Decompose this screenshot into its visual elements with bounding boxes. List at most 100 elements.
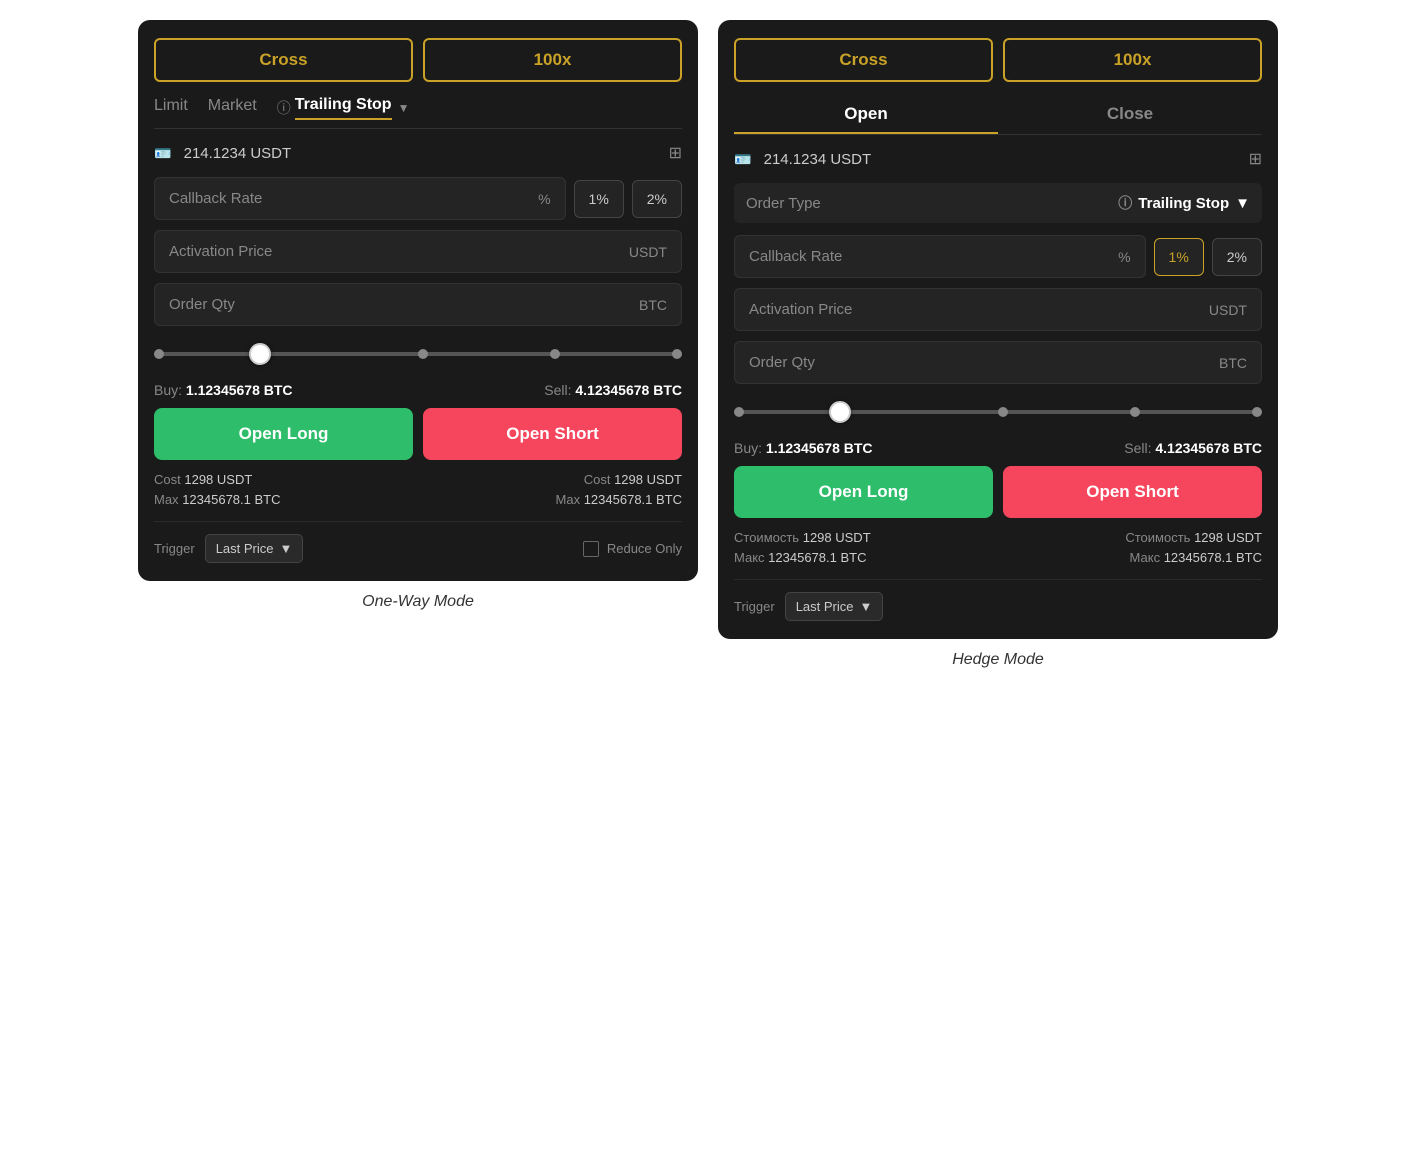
left-open-short-button[interactable]: Open Short: [423, 408, 682, 460]
left-open-long-button[interactable]: Open Long: [154, 408, 413, 460]
right-callback-row: Callback Rate % 1% 2%: [734, 235, 1262, 278]
right-callback-suffix: %: [1118, 249, 1130, 265]
left-bs-row: Buy: 1.12345678 BTC Sell: 4.12345678 BTC: [154, 382, 682, 398]
right-callback-input[interactable]: Callback Rate %: [734, 235, 1146, 278]
right-open-short-button[interactable]: Open Short: [1003, 466, 1262, 518]
right-cost-sell-label: Стоимость: [1125, 530, 1190, 545]
tab-open[interactable]: Open: [734, 96, 998, 134]
slider-dot-100: [672, 349, 682, 359]
left-cost-buy-value: 1298 USDT: [184, 472, 252, 487]
left-callback-btn-1[interactable]: 1%: [574, 180, 624, 218]
left-cost-buy-label: Cost: [154, 472, 181, 487]
tab-market[interactable]: Market: [208, 97, 257, 119]
right-activation-suffix: USDT: [1209, 302, 1247, 318]
right-order-type-label: Order Type: [746, 195, 821, 212]
right-max-buy: Макс 12345678.1 BTC: [734, 550, 866, 565]
left-buy-label: Buy:: [154, 382, 182, 398]
right-calculator-icon[interactable]: ⊞: [1249, 149, 1262, 169]
left-max-sell: Max 12345678.1 BTC: [556, 492, 682, 507]
left-reduce-only-checkbox[interactable]: [583, 541, 599, 557]
left-cost-row: Cost 1298 USDT Cost 1298 USDT: [154, 472, 682, 487]
tab-trailing-stop-group: ⓘ Trailing Stop ▼: [277, 96, 410, 120]
left-trigger-value: Last Price: [216, 541, 274, 556]
left-sell-label: Sell:: [544, 382, 571, 398]
left-balance-left: 🪪 214.1234 USDT: [154, 145, 291, 162]
right-panel-label: Hedge Mode: [952, 651, 1044, 669]
right-trigger-chevron-icon: ▼: [860, 599, 873, 614]
right-leverage-button[interactable]: 100x: [1003, 38, 1262, 82]
left-trigger-select[interactable]: Last Price ▼: [205, 534, 304, 563]
right-balance-left: 🪪 214.1234 USDT: [734, 151, 871, 168]
right-open-close-tabs: Open Close: [734, 96, 1262, 135]
right-slider-dot-75: [1130, 407, 1140, 417]
left-cost-sell-label: Cost: [584, 472, 611, 487]
right-sell-label: Sell:: [1124, 440, 1151, 456]
left-slider-track: [154, 352, 682, 356]
slider-dot-50: [418, 349, 428, 359]
right-max-buy-label: Макс: [734, 550, 765, 565]
slider-thumb[interactable]: [249, 343, 271, 365]
left-callback-row: Callback Rate % 1% 2%: [154, 177, 682, 220]
card-icon: 🪪: [154, 145, 171, 161]
slider-dot-75: [550, 349, 560, 359]
right-order-type-value-group[interactable]: ⓘ Trailing Stop ▼: [1118, 193, 1250, 213]
right-activation-price[interactable]: Activation Price USDT: [734, 288, 1262, 331]
tab-close[interactable]: Close: [998, 96, 1262, 134]
chevron-down-icon: ▼: [398, 101, 410, 115]
right-max-sell: Макс 12345678.1 BTC: [1130, 550, 1262, 565]
right-callback-btn-2[interactable]: 2%: [1212, 238, 1262, 276]
left-callback-btn-2[interactable]: 2%: [632, 180, 682, 218]
right-cross-button[interactable]: Cross: [734, 38, 993, 82]
right-slider-dot-100: [1252, 407, 1262, 417]
left-cross-button[interactable]: Cross: [154, 38, 413, 82]
right-balance-value: 214.1234 USDT: [764, 151, 872, 168]
right-callback-btn-1[interactable]: 1%: [1154, 238, 1204, 276]
right-slider[interactable]: [734, 398, 1262, 426]
calculator-icon[interactable]: ⊞: [669, 143, 682, 163]
right-max-row: Макс 12345678.1 BTC Макс 12345678.1 BTC: [734, 550, 1262, 565]
left-activation-suffix: USDT: [629, 244, 667, 260]
left-buy-info: Buy: 1.12345678 BTC: [154, 382, 293, 398]
right-panel: Cross 100x Open Close 🪪 214.1234 USDT ⊞ …: [718, 20, 1278, 639]
right-slider-track: [734, 410, 1262, 414]
left-panel-wrapper: Cross 100x Limit Market ⓘ Trailing Stop …: [138, 20, 698, 611]
right-trigger-select[interactable]: Last Price ▼: [785, 592, 884, 621]
left-slider[interactable]: [154, 340, 682, 368]
left-order-qty[interactable]: Order Qty BTC: [154, 283, 682, 326]
left-reduce-only-label: Reduce Only: [607, 541, 682, 556]
tab-limit[interactable]: Limit: [154, 97, 188, 119]
left-max-buy: Max 12345678.1 BTC: [154, 492, 280, 507]
left-cost-sell: Cost 1298 USDT: [584, 472, 682, 487]
left-sell-info: Sell: 4.12345678 BTC: [544, 382, 682, 398]
left-max-row: Max 12345678.1 BTC Max 12345678.1 BTC: [154, 492, 682, 507]
left-sell-value: 4.12345678 BTC: [575, 382, 682, 398]
left-cost-sell-value: 1298 USDT: [614, 472, 682, 487]
left-leverage-button[interactable]: 100x: [423, 38, 682, 82]
tab-trailing-stop[interactable]: Trailing Stop: [295, 96, 392, 120]
left-activation-price[interactable]: Activation Price USDT: [154, 230, 682, 273]
right-action-row: Open Long Open Short: [734, 466, 1262, 518]
right-cost-sell: Стоимость 1298 USDT: [1125, 530, 1262, 545]
left-callback-input[interactable]: Callback Rate %: [154, 177, 566, 220]
left-trigger-label: Trigger: [154, 541, 195, 556]
left-order-type-tabs: Limit Market ⓘ Trailing Stop ▼: [154, 96, 682, 129]
left-callback-placeholder: Callback Rate: [169, 190, 262, 207]
right-cost-row: Стоимость 1298 USDT Стоимость 1298 USDT: [734, 530, 1262, 545]
right-slider-thumb[interactable]: [829, 401, 851, 423]
right-trigger-value: Last Price: [796, 599, 854, 614]
left-balance-value: 214.1234 USDT: [184, 145, 292, 162]
left-reduce-only: Reduce Only: [583, 541, 682, 557]
left-activation-placeholder: Activation Price: [169, 243, 272, 260]
left-max-buy-label: Max: [154, 492, 179, 507]
right-panel-wrapper: Cross 100x Open Close 🪪 214.1234 USDT ⊞ …: [718, 20, 1278, 669]
left-buy-value: 1.12345678 BTC: [186, 382, 293, 398]
left-trigger-chevron-icon: ▼: [280, 541, 293, 556]
right-card-icon: 🪪: [734, 151, 751, 167]
slider-dot-0: [154, 349, 164, 359]
right-order-type-chevron-icon: ▼: [1235, 195, 1250, 212]
right-max-sell-value: 12345678.1 BTC: [1164, 550, 1262, 565]
panels-container: Cross 100x Limit Market ⓘ Trailing Stop …: [138, 20, 1278, 669]
right-open-long-button[interactable]: Open Long: [734, 466, 993, 518]
right-max-buy-value: 12345678.1 BTC: [768, 550, 866, 565]
right-order-qty[interactable]: Order Qty BTC: [734, 341, 1262, 384]
